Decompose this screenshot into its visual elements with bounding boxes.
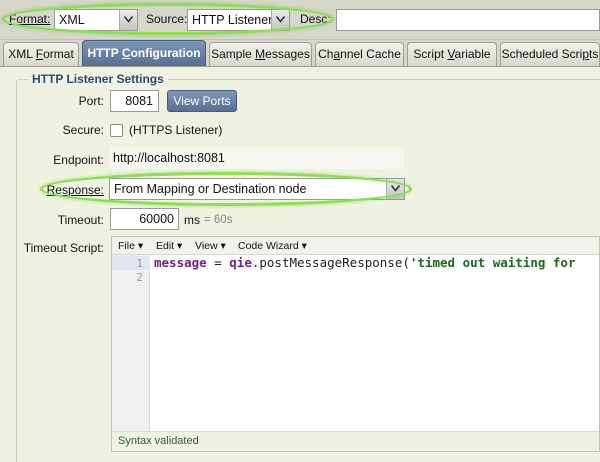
- secure-label: Secure:: [62, 123, 104, 137]
- tab-channel-cache[interactable]: Channel Cache: [315, 42, 404, 66]
- endpoint-label: Endpoint:: [53, 153, 104, 167]
- menu-label: Code Wizard: [238, 240, 299, 252]
- tab-label: HTTP Configuration: [87, 46, 201, 60]
- current-line-marker: [112, 256, 150, 270]
- timeout-unit: ms: [184, 213, 200, 227]
- editor-menu-code-wizard[interactable]: Code Wizard ▾: [238, 240, 307, 252]
- format-label: Format:: [9, 12, 50, 26]
- endpoint-value: http://localhost:8081: [110, 147, 404, 169]
- timeout-script-editor[interactable]: File ▾ Edit ▾ View ▾ Code Wizard ▾ 1 2 m…: [111, 236, 600, 452]
- port-input[interactable]: 8081: [110, 90, 159, 112]
- view-ports-button[interactable]: View Ports: [167, 90, 237, 112]
- secure-checkbox-text: (HTTPS Listener): [129, 123, 223, 137]
- code-token-variable: message: [154, 255, 207, 270]
- chevron-down-icon[interactable]: [271, 10, 289, 30]
- tab-xml-format[interactable]: XML Format: [3, 42, 79, 66]
- menu-label: View: [195, 240, 218, 252]
- code-line-1[interactable]: message = qie.postMessageResponse('timed…: [154, 256, 575, 270]
- source-select[interactable]: HTTP Listener: [187, 9, 290, 31]
- format-select-value: XML: [59, 13, 85, 27]
- response-label-text: Response:: [46, 183, 104, 197]
- timeout-hint: = 60s: [204, 214, 233, 226]
- line-number: 2: [136, 271, 143, 284]
- code-token-string: 'timed out waiting for: [409, 255, 576, 270]
- syntax-status: Syntax validated: [112, 431, 599, 451]
- format-select[interactable]: XML: [54, 9, 138, 31]
- editor-menu-edit[interactable]: Edit ▾: [156, 240, 182, 252]
- code-token-operator: =: [206, 255, 230, 270]
- response-select-value: From Mapping or Destination node: [114, 182, 307, 196]
- desc-label: Desc:: [300, 12, 330, 26]
- source-select-value: HTTP Listener: [192, 13, 273, 27]
- chevron-down-icon[interactable]: [386, 179, 404, 199]
- group-title: HTTP Listener Settings: [28, 72, 168, 86]
- top-toolbar: Format: XML Source: HTTP Listener Desc:: [0, 0, 600, 40]
- response-label: Response:: [20, 183, 104, 197]
- port-label: Port:: [78, 94, 104, 108]
- source-label: Source:: [146, 12, 188, 26]
- tab-sample-messages[interactable]: Sample Messages: [209, 42, 312, 66]
- secure-checkbox[interactable]: [110, 124, 123, 137]
- tab-http-configuration[interactable]: HTTP Configuration: [82, 40, 206, 66]
- tab-label: Script Variable: [413, 47, 491, 61]
- timeout-label: Timeout:: [57, 213, 104, 227]
- menu-label: Edit: [156, 240, 175, 252]
- tab-label: Sample Messages: [211, 47, 310, 61]
- tab-label: Channel Cache: [318, 47, 401, 61]
- editor-menu-view[interactable]: View ▾: [195, 240, 226, 252]
- editor-menu-bar: File ▾ Edit ▾ View ▾ Code Wizard ▾: [112, 237, 599, 255]
- timeout-script-label: Timeout Script:: [23, 241, 104, 255]
- tab-label: XML Format: [8, 47, 74, 61]
- menu-label: File: [118, 240, 135, 252]
- response-select[interactable]: From Mapping or Destination node: [109, 178, 405, 200]
- code-token-method: postMessageResponse: [259, 255, 403, 270]
- code-token-paren: (: [402, 255, 410, 270]
- tab-label: Scheduled Scripts: [501, 47, 599, 61]
- chevron-down-icon[interactable]: [119, 10, 137, 30]
- timeout-input[interactable]: 60000: [110, 208, 179, 230]
- description-input[interactable]: [336, 9, 600, 31]
- line-number: 1: [136, 257, 143, 270]
- editor-menu-file[interactable]: File ▾: [118, 240, 143, 252]
- code-token-object: qie: [229, 255, 252, 270]
- line-number-gutter: 1 2: [112, 255, 150, 433]
- format-label-text: Format:: [9, 12, 51, 26]
- tab-scheduled-scripts[interactable]: Scheduled Scripts: [500, 42, 600, 66]
- tab-script-variable[interactable]: Script Variable: [407, 42, 497, 66]
- tab-bar: XML Format HTTP Configuration Sample Mes…: [0, 40, 600, 66]
